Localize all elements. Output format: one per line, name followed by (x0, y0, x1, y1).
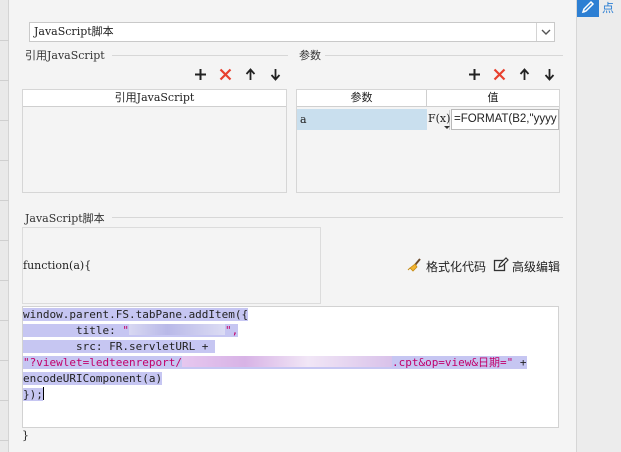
parameter-value-input[interactable]: =FORMAT(B2,"yyyy (451, 109, 559, 130)
advanced-edit-button[interactable]: 高级编辑 (493, 257, 560, 276)
side-panel-label[interactable]: 点 (602, 0, 614, 17)
code-line-3: src: FR.servletURL + (23, 340, 216, 353)
close-icon (493, 68, 505, 80)
function-header-area: function(a){ (22, 227, 321, 304)
references-column-header[interactable]: 引用JavaScript (23, 90, 286, 107)
arrow-down-icon (270, 68, 280, 81)
function-closing-brace: } (22, 429, 29, 442)
dropdown-value: JavaScript脚本 (34, 25, 114, 38)
code-line-6: }); (23, 387, 44, 401)
references-toolbar (191, 65, 284, 83)
parameters-title: 参数 (299, 49, 321, 62)
code-line-4: "?viewlet=ledteenreport/.cpt&op=view&日期=… (23, 356, 527, 369)
code-line-2: title: " ", (23, 324, 239, 337)
script-divider (112, 217, 563, 218)
parameters-table[interactable]: 参数 值 a F(x) =FORMAT(B2,"yyyy (296, 89, 560, 193)
move-parameter-up-button[interactable] (515, 65, 533, 83)
right-side-panel: 点 (576, 0, 621, 452)
formula-dropdown-icon[interactable] (444, 126, 450, 129)
text-cursor (42, 387, 44, 400)
broom-icon (407, 257, 423, 276)
add-reference-button[interactable] (191, 65, 209, 83)
script-title: JavaScript脚本 (25, 212, 105, 225)
parameter-name-header[interactable]: 参数 (297, 90, 427, 107)
arrow-down-icon (544, 68, 554, 81)
code-line-5: encodeURIComponent(a) (23, 372, 163, 385)
format-code-label: 格式化代码 (426, 260, 487, 274)
code-editor[interactable]: window.parent.FS.tabPane.addItem({ title… (22, 306, 559, 428)
left-ruler (0, 0, 9, 452)
references-title: 引用JavaScript (25, 49, 105, 62)
edit-icon (493, 257, 509, 276)
format-code-button[interactable]: 格式化代码 (407, 257, 486, 276)
references-divider (112, 55, 288, 56)
add-parameter-button[interactable] (465, 65, 483, 83)
edit-button[interactable] (577, 0, 599, 17)
arrow-up-icon (245, 67, 255, 80)
close-icon (219, 68, 231, 80)
plus-icon (468, 68, 480, 80)
function-signature: function(a){ (23, 259, 92, 272)
move-reference-up-button[interactable] (241, 65, 259, 83)
arrow-up-icon (519, 67, 529, 80)
parameters-toolbar (465, 65, 558, 83)
redacted-title (128, 324, 225, 335)
parameter-name-cell[interactable]: a (297, 109, 427, 130)
parameter-value-header[interactable]: 值 (427, 90, 559, 107)
advanced-edit-label: 高级编辑 (512, 260, 561, 274)
move-parameter-down-button[interactable] (540, 65, 558, 83)
move-reference-down-button[interactable] (266, 65, 284, 83)
redacted-path (181, 356, 392, 367)
parameters-divider (325, 55, 563, 56)
plus-icon (194, 68, 206, 80)
code-line-1: window.parent.FS.tabPane.addItem({ (23, 308, 249, 321)
event-type-dropdown[interactable]: JavaScript脚本 (29, 22, 555, 42)
delete-reference-button[interactable] (216, 65, 234, 83)
references-table[interactable]: 引用JavaScript (22, 89, 287, 193)
chevron-down-icon[interactable] (536, 23, 554, 41)
pencil-icon (581, 0, 595, 17)
delete-parameter-button[interactable] (490, 65, 508, 83)
